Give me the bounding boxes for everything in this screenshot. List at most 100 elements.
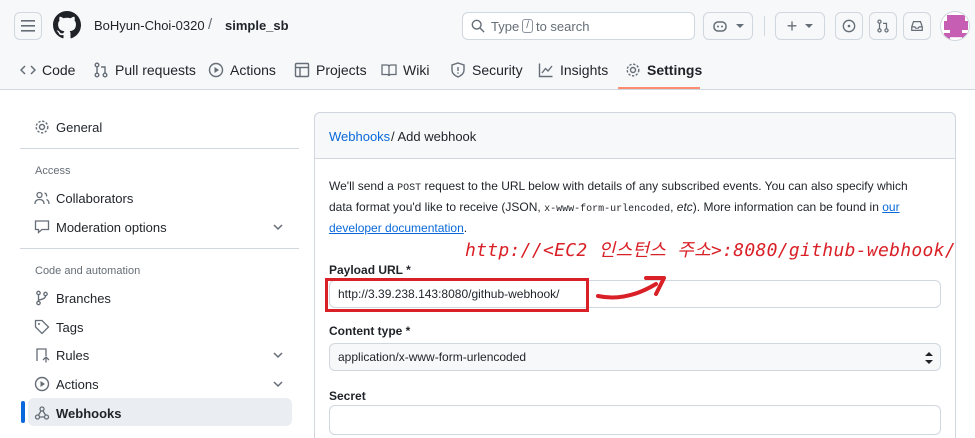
tab-security[interactable]: Security	[450, 62, 523, 78]
sidebar-item-label: Collaborators	[56, 190, 134, 206]
comment-icon	[34, 220, 50, 234]
tab-projects-label: Projects	[316, 62, 367, 78]
breadcrumb-webhooks-link[interactable]: Webhooks	[329, 129, 390, 144]
issues-button[interactable]	[835, 12, 863, 40]
tab-pull-requests-label: Pull requests	[115, 62, 196, 78]
copilot-button[interactable]	[703, 12, 753, 40]
tab-wiki[interactable]: Wiki	[381, 62, 429, 78]
desc-text: .	[463, 221, 468, 235]
webhook-description: We'll send a POST request to the URL bel…	[329, 179, 908, 235]
pull-request-icon	[877, 19, 889, 33]
tab-settings-label: Settings	[647, 62, 703, 78]
shield-icon	[451, 62, 465, 78]
create-new-button[interactable]: +	[775, 12, 825, 40]
tab-pull-requests[interactable]: Pull requests	[93, 62, 196, 78]
sidebar-item-label: General	[56, 119, 103, 135]
pull-request-icon	[94, 62, 108, 78]
header-divider	[764, 16, 765, 36]
github-logo-icon[interactable]	[53, 11, 81, 39]
sidebar-active-indicator	[21, 401, 25, 423]
inbox-icon	[911, 21, 923, 31]
annotation-arrow-icon	[596, 276, 666, 300]
breadcrumb-separator: /	[208, 16, 213, 33]
tab-actions[interactable]: Actions	[208, 62, 276, 78]
sidebar-item-label: Actions	[56, 376, 99, 392]
sidebar-item-actions[interactable]: Actions	[34, 376, 99, 392]
sidebar-item-rules[interactable]: Rules	[34, 347, 89, 363]
tab-wiki-label: Wiki	[403, 62, 430, 78]
highlight-box	[325, 278, 589, 312]
repo-push-icon	[36, 348, 50, 363]
tab-projects[interactable]: Projects	[294, 62, 367, 78]
plus-icon: +	[786, 15, 798, 36]
sidebar-item-branches[interactable]: Branches	[34, 290, 111, 306]
pull-requests-button[interactable]	[869, 12, 897, 40]
menu-button[interactable]	[14, 12, 42, 40]
sidebar-item-label: Webhooks	[56, 405, 122, 421]
chevron-down-icon[interactable]	[272, 349, 284, 361]
sidebar-item-label: Tags	[56, 319, 84, 335]
webhook-icon	[34, 406, 50, 420]
search-prefix: Type	[491, 18, 520, 34]
play-icon	[208, 62, 224, 78]
sidebar-item-label: Branches	[56, 290, 111, 306]
sidebar-divider	[20, 148, 299, 149]
gear-icon	[626, 63, 640, 77]
sidebar-divider	[20, 248, 299, 249]
play-icon	[34, 376, 50, 392]
content-type-select[interactable]: application/x-www-form-urlencoded	[329, 343, 941, 371]
tab-code-label: Code	[42, 62, 76, 78]
sidebar-item-label: Moderation options	[56, 219, 167, 235]
page-title: / Add webhook	[391, 129, 477, 144]
table-icon	[294, 62, 310, 78]
issue-icon	[842, 19, 856, 33]
chevron-down-icon[interactable]	[272, 378, 284, 390]
active-tab-indicator	[618, 87, 700, 89]
book-icon	[381, 64, 397, 77]
desc-text: We'll send a	[329, 179, 394, 193]
tab-code[interactable]: Code	[20, 62, 75, 78]
sidebar-item-collaborators[interactable]: Collaborators	[34, 190, 133, 206]
chevron-down-icon[interactable]	[272, 221, 284, 233]
sidebar-item-label: Rules	[56, 347, 90, 363]
desc-code: x-www-form-urlencoded	[544, 204, 671, 215]
sidebar-item-tags[interactable]: Tags	[34, 319, 83, 335]
branch-icon	[36, 290, 48, 306]
code-icon	[20, 65, 36, 75]
sidebar-item-webhooks[interactable]: Webhooks	[34, 405, 122, 421]
search-input[interactable]: Type / to search	[462, 12, 695, 40]
desc-text: ). More information can be found in	[692, 200, 879, 214]
desc-text: etc	[676, 200, 693, 214]
search-shortcut-key: /	[522, 19, 533, 33]
select-arrows-icon	[925, 352, 933, 364]
chevron-down-icon	[736, 24, 744, 28]
desc-code: POST	[397, 183, 422, 194]
tab-security-label: Security	[472, 62, 523, 78]
payload-url-label: Payload URL *	[329, 263, 411, 277]
annotation-text: http://<EC2 인스턴스 주소>:8080/github-webhook…	[465, 240, 956, 261]
sidebar-item-general[interactable]: General	[34, 119, 102, 135]
graph-icon	[538, 63, 553, 78]
copilot-icon	[713, 21, 727, 32]
search-suffix: to search	[535, 18, 590, 34]
chevron-down-icon	[805, 24, 814, 28]
inbox-button[interactable]	[903, 12, 931, 40]
repo-owner-link[interactable]: BoHyun-Choi-0320	[94, 18, 205, 33]
tab-insights[interactable]: Insights	[538, 62, 608, 78]
people-icon	[34, 191, 50, 205]
repo-name-link[interactable]: simple_sb	[225, 18, 289, 33]
content-type-label: Content type *	[329, 324, 411, 338]
sidebar-heading-code: Code and automation	[35, 265, 141, 277]
content-type-value: application/x-www-form-urlencoded	[338, 350, 527, 364]
avatar[interactable]	[940, 11, 970, 41]
tab-actions-label: Actions	[230, 62, 276, 78]
sidebar-item-moderation[interactable]: Moderation options	[34, 219, 167, 235]
secret-input[interactable]	[329, 405, 941, 435]
gear-icon	[35, 120, 49, 134]
tab-settings[interactable]: Settings	[625, 62, 702, 78]
search-icon	[471, 19, 485, 33]
hamburger-icon	[21, 20, 35, 32]
sidebar-heading-access: Access	[35, 165, 71, 177]
tag-icon	[34, 319, 50, 335]
secret-label: Secret	[329, 389, 366, 403]
